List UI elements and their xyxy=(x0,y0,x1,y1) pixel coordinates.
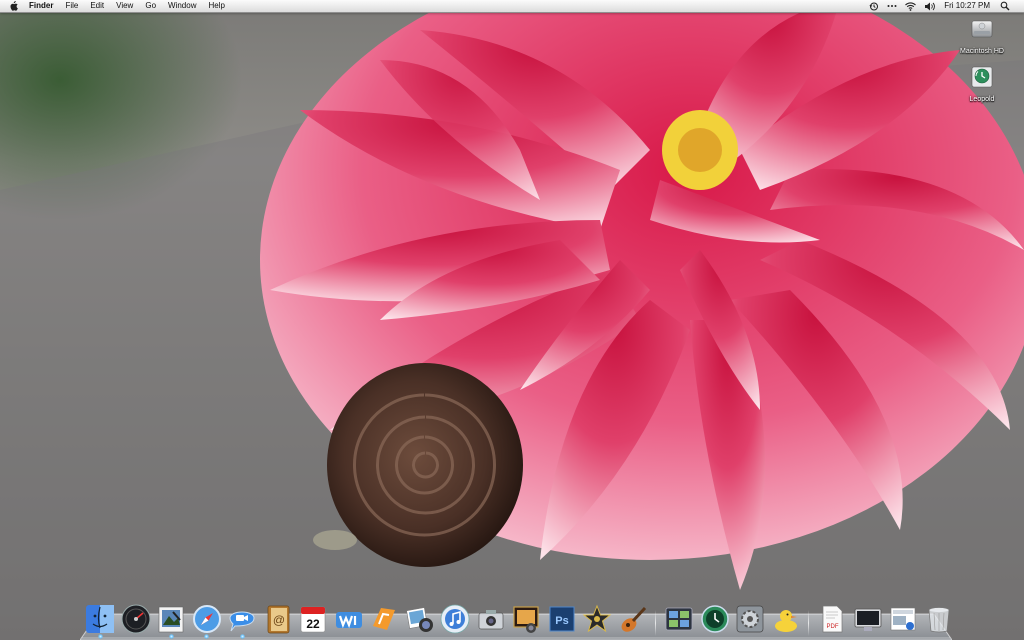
running-indicator xyxy=(168,634,174,639)
pdf-label: PDF xyxy=(827,624,839,630)
ical-icon: 22 xyxy=(300,606,326,633)
running-indicator xyxy=(239,634,245,639)
dock-iphoto[interactable] xyxy=(404,600,436,634)
address-book-icon: @ xyxy=(267,605,289,634)
dock-preview[interactable] xyxy=(155,600,187,639)
apple-menu-icon[interactable] xyxy=(0,1,23,11)
menu-extras: Fri 10:27 PM xyxy=(865,0,1024,12)
desktop-icon-label: Macintosh HD xyxy=(960,48,1004,55)
menu-view[interactable]: View xyxy=(110,0,139,12)
pages-icon xyxy=(373,608,395,630)
hard-drive-icon xyxy=(952,16,1012,47)
dock-safari[interactable] xyxy=(191,600,223,639)
menu-help[interactable]: Help xyxy=(202,0,230,12)
dock-iweb[interactable] xyxy=(333,600,365,634)
dock-ical[interactable]: 22 xyxy=(297,600,329,634)
dock-pages[interactable] xyxy=(368,600,400,634)
desktop-icon-macintosh-hd[interactable]: Macintosh HD xyxy=(952,16,1012,55)
desktop-icon-leopold[interactable]: Leopold xyxy=(952,64,1012,103)
dock-photo-booth[interactable] xyxy=(510,600,542,634)
dock-system-preferences[interactable] xyxy=(734,600,766,634)
dock-spaces[interactable] xyxy=(663,600,695,634)
dock-garageband[interactable] xyxy=(617,600,649,634)
time-machine-icon xyxy=(700,605,729,633)
screen-icon xyxy=(854,608,881,631)
dock-address-book[interactable]: @ xyxy=(262,600,294,634)
downloads-stack-icon xyxy=(890,607,916,631)
dock-screen[interactable] xyxy=(852,600,884,634)
spaces-icon xyxy=(665,607,693,631)
dock-image-capture[interactable] xyxy=(475,600,507,634)
svg-text:@: @ xyxy=(272,613,284,627)
desktop-icon-label: Leopold xyxy=(969,96,995,103)
dock-downloads-stack[interactable] xyxy=(887,600,919,634)
dock-cyberduck[interactable] xyxy=(770,600,802,634)
photoshop-icon: Ps xyxy=(549,606,574,632)
photo-booth-icon xyxy=(513,606,539,633)
wifi-icon[interactable] xyxy=(905,1,917,11)
system-preferences-icon xyxy=(736,605,764,633)
dock-separator xyxy=(652,604,660,636)
dock-time-machine[interactable] xyxy=(699,600,731,634)
volume-icon[interactable] xyxy=(924,2,936,11)
imovie-icon xyxy=(582,604,612,633)
finder-icon xyxy=(86,605,114,633)
menu-clock[interactable]: Fri 10:27 PM xyxy=(939,0,996,12)
desktop-wallpaper xyxy=(0,0,1024,640)
dahlia-snail-photo xyxy=(0,0,1024,640)
menu-finder[interactable]: Finder xyxy=(23,0,59,12)
dock: @ 22 Ps PDF xyxy=(84,594,949,639)
iphoto-icon xyxy=(405,607,433,632)
menu-bar: Finder File Edit View Go Window Help Fri… xyxy=(0,0,1024,13)
photoshop-label: Ps xyxy=(555,615,568,627)
dock-itunes[interactable] xyxy=(439,600,471,634)
itunes-icon xyxy=(440,604,470,634)
garageband-icon xyxy=(621,606,646,632)
ical-date-text: 22 xyxy=(306,617,320,631)
spotlight-icon[interactable] xyxy=(1000,1,1010,11)
ichat-icon xyxy=(229,611,255,632)
running-indicator xyxy=(97,634,103,639)
menu-file[interactable]: File xyxy=(59,0,84,12)
time-machine-icon[interactable] xyxy=(869,2,879,11)
running-indicator xyxy=(204,634,209,639)
dock-finder[interactable] xyxy=(84,600,116,639)
menu-edit[interactable]: Edit xyxy=(84,0,110,12)
menu-window[interactable]: Window xyxy=(162,0,202,12)
dock-imovie[interactable] xyxy=(581,600,613,634)
dock-photoshop[interactable]: Ps xyxy=(546,600,578,634)
dashboard-icon xyxy=(121,604,150,634)
menu-go[interactable]: Go xyxy=(139,0,162,12)
cyberduck-icon xyxy=(774,610,797,632)
dock-dashboard[interactable] xyxy=(120,600,152,634)
dock-ichat[interactable] xyxy=(226,600,258,639)
dock-pdf-document[interactable]: PDF xyxy=(816,600,848,634)
trash-icon xyxy=(928,607,949,633)
dock-separator xyxy=(805,604,813,636)
pdf-document-icon: PDF xyxy=(822,605,843,633)
preview-icon xyxy=(158,606,184,633)
image-capture-icon xyxy=(478,610,503,630)
iweb-icon xyxy=(335,612,362,629)
dock-trash[interactable] xyxy=(923,600,955,634)
safari-icon xyxy=(192,605,221,633)
more-extras-icon[interactable] xyxy=(887,4,897,8)
time-machine-disk-icon xyxy=(952,64,1012,95)
